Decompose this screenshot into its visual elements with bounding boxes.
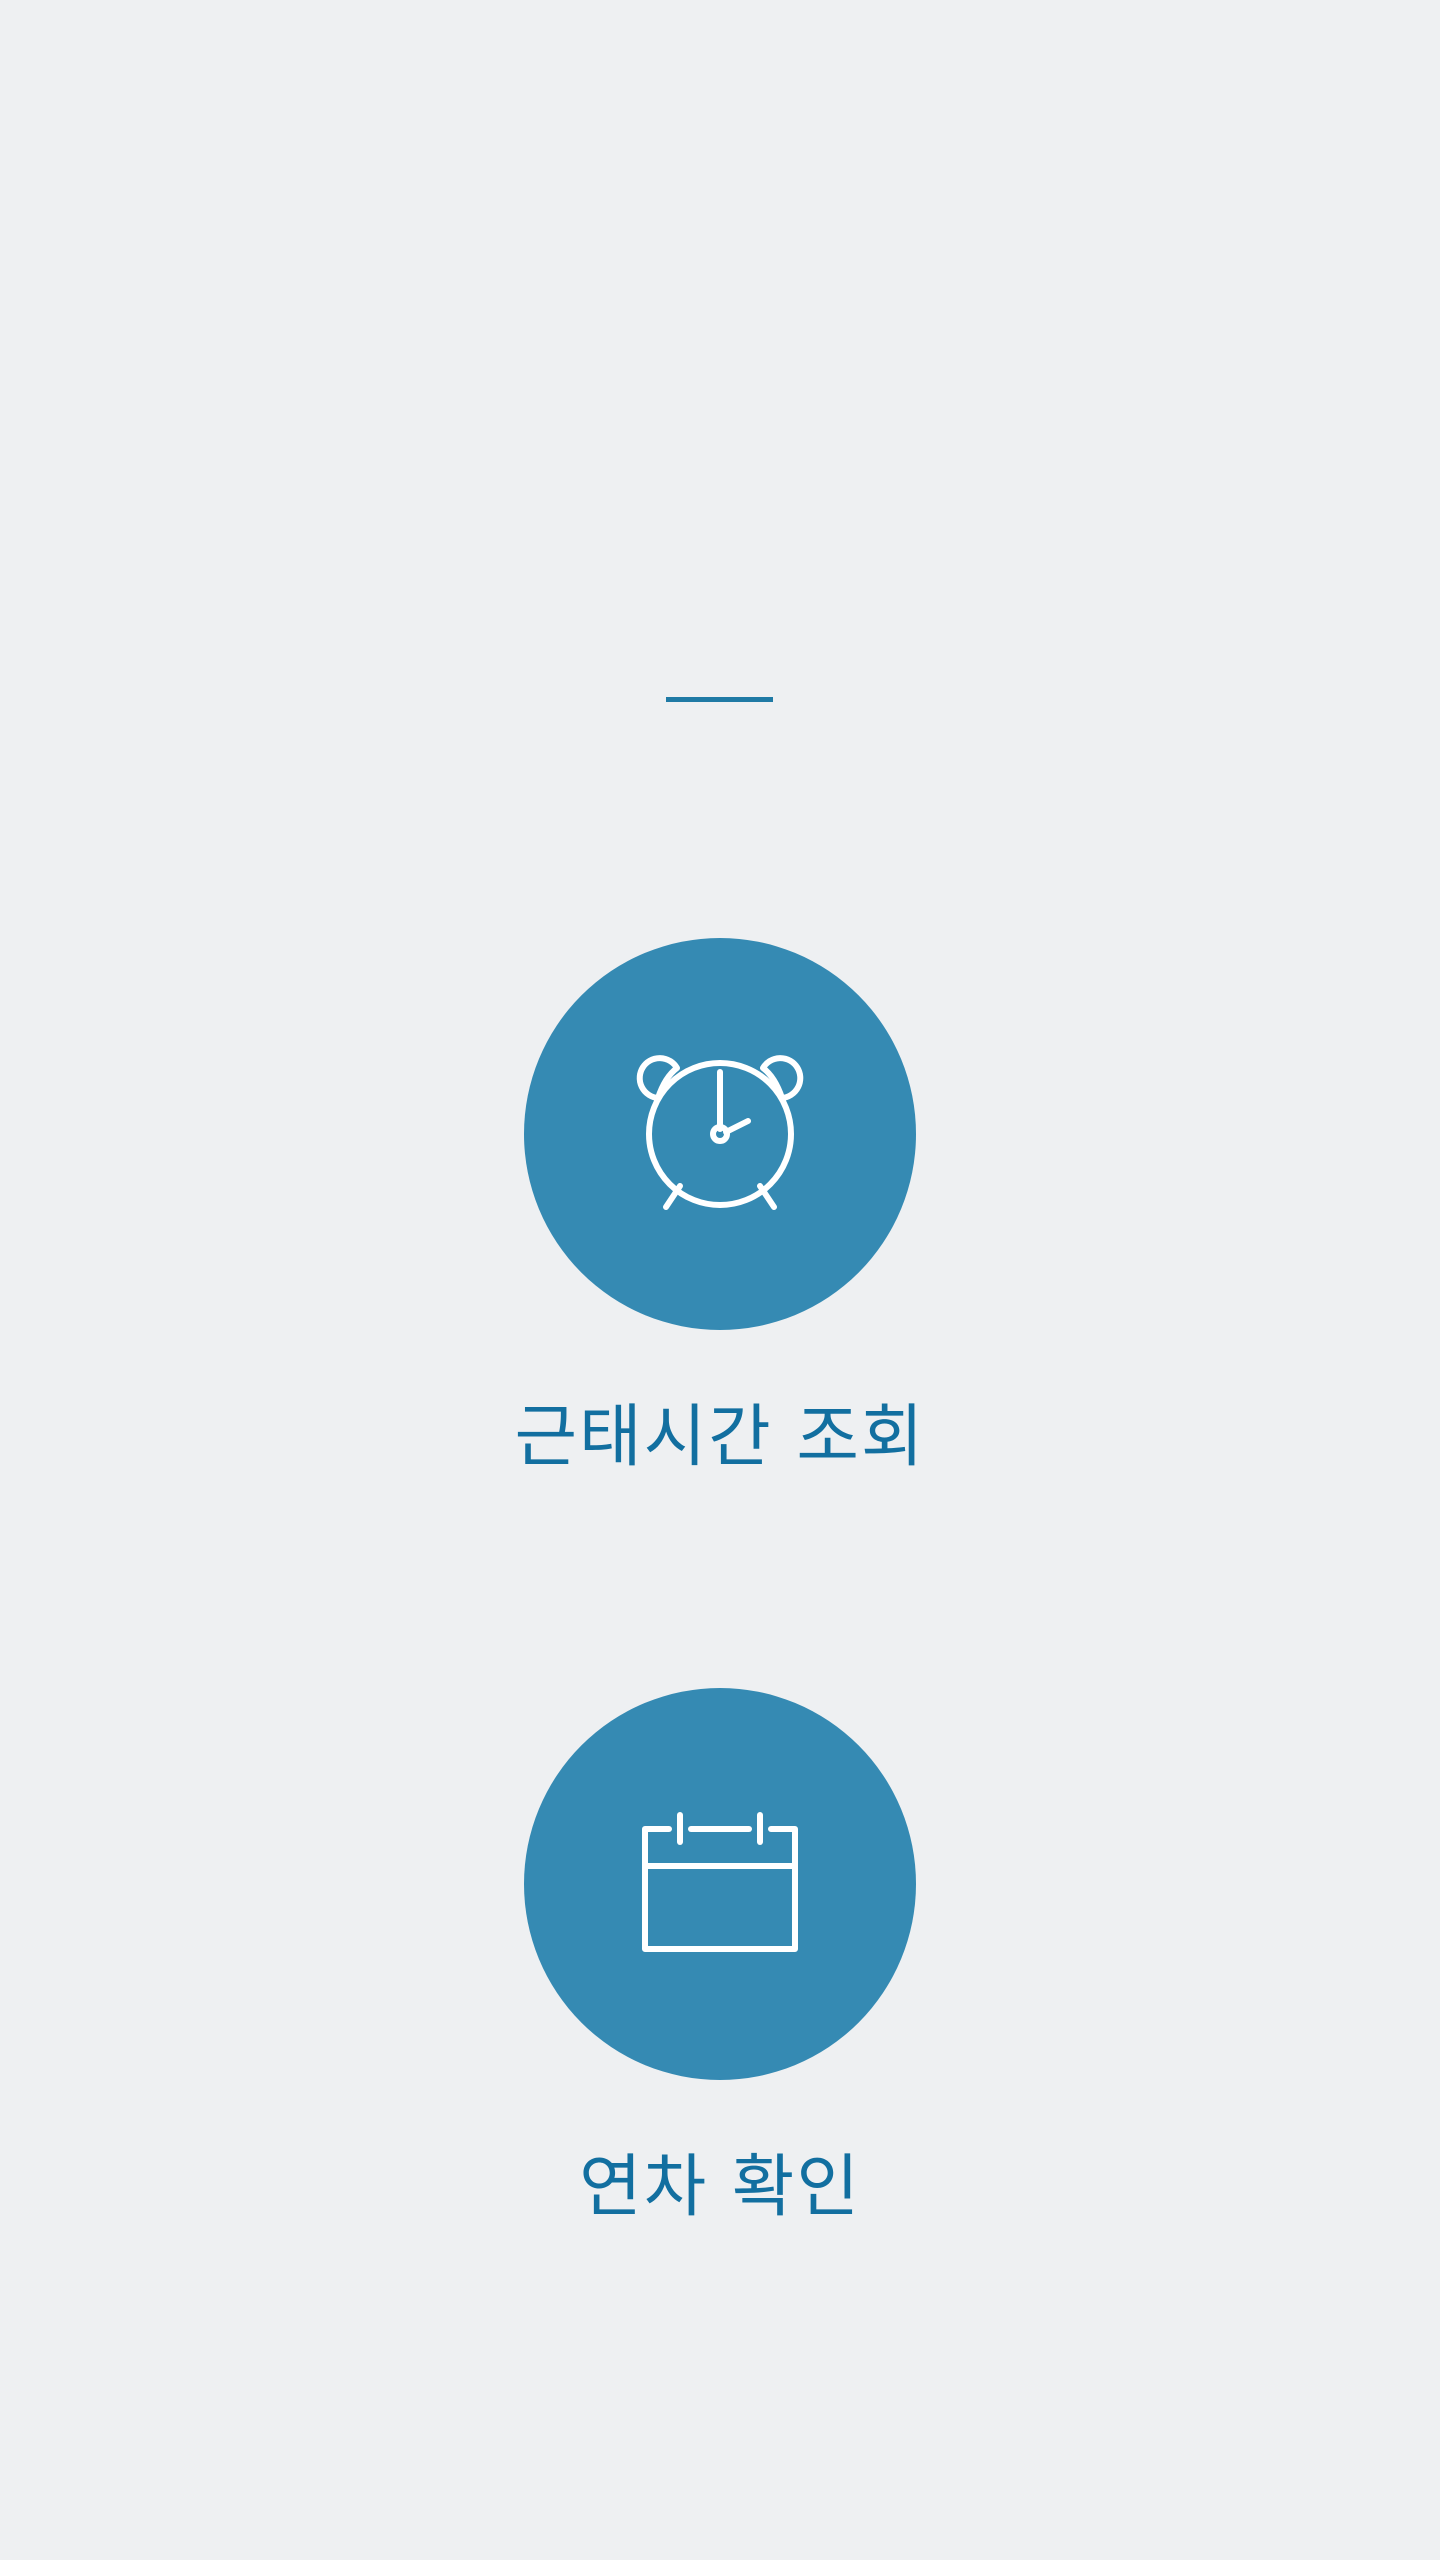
- attendance-menu-label: 근태시간 조회: [514, 1398, 926, 1477]
- alarm-clock-icon: [636, 1055, 804, 1210]
- attendance-icon-circle[interactable]: [524, 938, 916, 1330]
- header-divider: [666, 697, 773, 702]
- leave-menu-label: 연차 확인: [579, 2148, 861, 2227]
- attendance-menu-button[interactable]: 근태시간 조회: [0, 938, 1440, 1478]
- leave-icon-circle[interactable]: [524, 1688, 916, 2080]
- leave-menu-button[interactable]: 연차 확인: [0, 1688, 1440, 2228]
- calendar-icon: [642, 1812, 798, 1952]
